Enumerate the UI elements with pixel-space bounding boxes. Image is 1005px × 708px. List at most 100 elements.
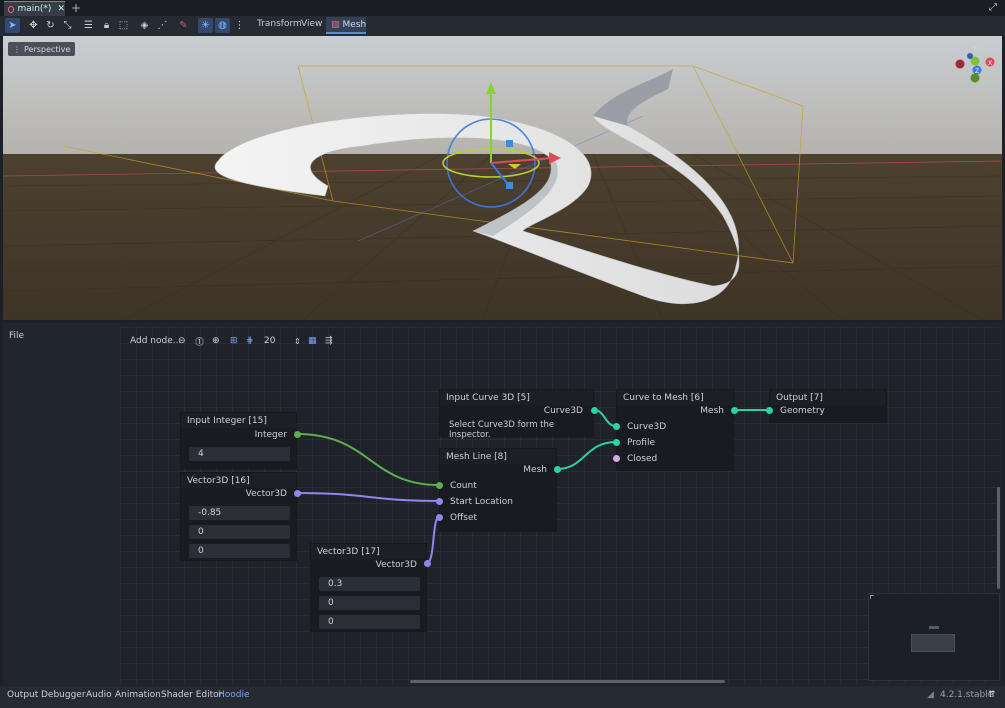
- hoodie-editor-panel: File Add node... ⊖ ⓵ ⊕ ⊞ ⋕ 20 ⇕ ▦ ⇶ Inpu…: [3, 323, 1002, 685]
- 3d-viewport[interactable]: Y X Z ⋮ Perspective: [3, 36, 1002, 320]
- tab-audio[interactable]: Audio: [86, 690, 112, 700]
- ruler-icon[interactable]: ◈: [137, 18, 152, 33]
- grid-snap-icon[interactable]: ⊞: [230, 333, 238, 349]
- input-curve3d-label: Curve3D: [627, 422, 667, 432]
- vector-y-field[interactable]: 0: [319, 596, 420, 610]
- port-closed-in[interactable]: [613, 455, 620, 462]
- node-input-curve3d[interactable]: Input Curve 3D [5] Curve3D Select Curve3…: [439, 389, 594, 440]
- node-graph[interactable]: Add node... ⊖ ⓵ ⊕ ⊞ ⋕ 20 ⇕ ▦ ⇶ Input Int…: [120, 327, 1000, 683]
- file-menu[interactable]: File: [9, 331, 24, 341]
- scale-icon[interactable]: ⤡: [60, 18, 75, 33]
- scene-tab-bar: main(*) ✕ + ⤢: [0, 0, 1005, 16]
- tab-hoodie[interactable]: Hoodie: [218, 690, 250, 700]
- input-geometry-label: Geometry: [780, 406, 825, 416]
- tab-output[interactable]: Output: [7, 690, 38, 700]
- local-icon[interactable]: ✎: [176, 18, 191, 33]
- fullscreen-icon[interactable]: ⤢: [989, 2, 997, 13]
- arrange-icon[interactable]: ⇶: [325, 333, 333, 349]
- expand-panel-icon[interactable]: ⇈: [988, 690, 996, 700]
- node-vector3d-17[interactable]: Vector3D [17] Vector3D 0.3 0 0: [310, 543, 427, 632]
- plus-icon[interactable]: +: [71, 1, 81, 15]
- port-vector3d-16-out[interactable]: [294, 490, 301, 497]
- node-title: Input Curve 3D [5]: [440, 390, 593, 405]
- list-select-icon[interactable]: ☰: [81, 18, 96, 33]
- node-vector3d-16[interactable]: Vector3D [16] Vector3D -0.85 0 0: [180, 472, 297, 561]
- vector-x-field[interactable]: 0.3: [319, 577, 420, 591]
- move-icon[interactable]: ✥: [26, 18, 41, 33]
- grid-toggle-icon[interactable]: ⋕: [246, 333, 254, 349]
- node-title: Vector3D [17]: [311, 544, 426, 559]
- graph-toolbar: Add node... ⊖ ⓵ ⊕ ⊞ ⋕ 20 ⇕ ▦ ⇶: [120, 333, 360, 349]
- rotate-icon[interactable]: ↻: [43, 18, 58, 33]
- tab-main-label: main(*): [17, 4, 52, 14]
- port-curve3d-in[interactable]: [613, 423, 620, 430]
- node-title: Curve to Mesh [6]: [617, 390, 733, 405]
- node-curve-to-mesh[interactable]: Curve to Mesh [6] Mesh Curve3D Profile C…: [616, 389, 734, 471]
- bottom-panel-tabs: Output Debugger Audio Animation Shader E…: [0, 686, 1005, 708]
- perspective-button[interactable]: ⋮ Perspective: [8, 42, 76, 56]
- close-icon[interactable]: ✕: [57, 4, 65, 14]
- vector-y-field[interactable]: 0: [189, 525, 290, 539]
- minimap-resize-handle[interactable]: [870, 595, 874, 599]
- snap-icon[interactable]: ⋰: [155, 18, 170, 33]
- port-profile-in[interactable]: [613, 439, 620, 446]
- minimap-viewport: [911, 634, 955, 652]
- node-title: Mesh Line [8]: [440, 449, 556, 464]
- menu-transform[interactable]: Transform: [257, 19, 302, 29]
- more-icon[interactable]: ⋮: [232, 18, 247, 33]
- input-offset-label: Offset: [450, 513, 478, 523]
- zoom-reset-icon[interactable]: ⓵: [195, 333, 204, 349]
- menu-view[interactable]: View: [301, 19, 322, 29]
- add-node-button[interactable]: Add node...: [130, 333, 181, 349]
- input-profile-label: Profile: [627, 438, 655, 448]
- zoom-out-icon[interactable]: ⊖: [178, 333, 186, 349]
- menu-mesh[interactable]: ▨ Mesh: [326, 17, 366, 34]
- port-offset-in[interactable]: [436, 514, 443, 521]
- zoom-in-icon[interactable]: ⊕: [212, 333, 220, 349]
- light-icon[interactable]: ✳: [198, 18, 213, 33]
- menu-dots-icon: ⋮: [13, 44, 21, 54]
- output-integer-label: Integer: [254, 430, 287, 440]
- version-label: 4.2.1.stable: [940, 690, 994, 700]
- svg-text:X: X: [988, 60, 992, 67]
- node-mesh-line[interactable]: Mesh Line [8] Mesh Count Start Location …: [439, 448, 557, 532]
- spinner-icon[interactable]: ⇕: [294, 333, 301, 349]
- node-input-integer[interactable]: Input Integer [15] Integer 4: [180, 412, 297, 469]
- node-title: Vector3D [16]: [181, 473, 296, 488]
- perspective-label: Perspective: [24, 44, 71, 54]
- port-vector3d-17-out[interactable]: [424, 560, 431, 567]
- graph-minimap[interactable]: [868, 593, 1000, 681]
- input-count-label: Count: [450, 481, 477, 491]
- environment-icon[interactable]: ◍: [215, 18, 230, 33]
- node-output[interactable]: Output [7] Geometry: [769, 389, 887, 423]
- viewport-scene: Y X Z: [3, 36, 1002, 320]
- vector-z-field[interactable]: 0: [319, 615, 420, 629]
- vector-x-field[interactable]: -0.85: [189, 506, 290, 520]
- horizontal-scrollbar[interactable]: [410, 680, 725, 683]
- integer-value-field[interactable]: 4: [189, 447, 290, 461]
- vector-z-field[interactable]: 0: [189, 544, 290, 558]
- minimap-icon[interactable]: ▦: [308, 333, 317, 349]
- viewport-toolbar: ➤ ✥ ↻ ⤡ ☰ 🔒︎ ⬚ ◈ ⋰ ✎ ✳ ◍ ⋮ Transform Vie…: [0, 16, 1005, 36]
- tab-debugger[interactable]: Debugger: [41, 690, 86, 700]
- port-curve3d-out[interactable]: [591, 407, 598, 414]
- output-curve3d-label: Curve3D: [543, 406, 583, 416]
- output-mesh-label: Mesh: [700, 406, 724, 416]
- group-icon[interactable]: ⬚: [116, 18, 131, 33]
- tab-animation[interactable]: Animation: [115, 690, 161, 700]
- port-integer-out[interactable]: [294, 431, 301, 438]
- lock-icon[interactable]: 🔒︎: [99, 18, 114, 33]
- inspector-hint-text: Select Curve3D form the Inspector.: [449, 420, 555, 440]
- menu-mesh-label: Mesh: [342, 19, 367, 30]
- port-count-in[interactable]: [436, 482, 443, 489]
- select-icon[interactable]: ➤: [5, 18, 20, 33]
- port-mesh-line-out[interactable]: [554, 466, 561, 473]
- input-start-location-label: Start Location: [450, 497, 513, 507]
- tab-main-scene[interactable]: main(*) ✕: [4, 1, 65, 16]
- tab-shader-editor[interactable]: Shader Editor: [161, 690, 222, 700]
- port-geometry-in[interactable]: [766, 407, 773, 414]
- scene-icon: [8, 5, 15, 13]
- port-start-location-in[interactable]: [436, 498, 443, 505]
- vertical-scrollbar[interactable]: [997, 487, 1000, 589]
- port-curve-to-mesh-out[interactable]: [731, 407, 738, 414]
